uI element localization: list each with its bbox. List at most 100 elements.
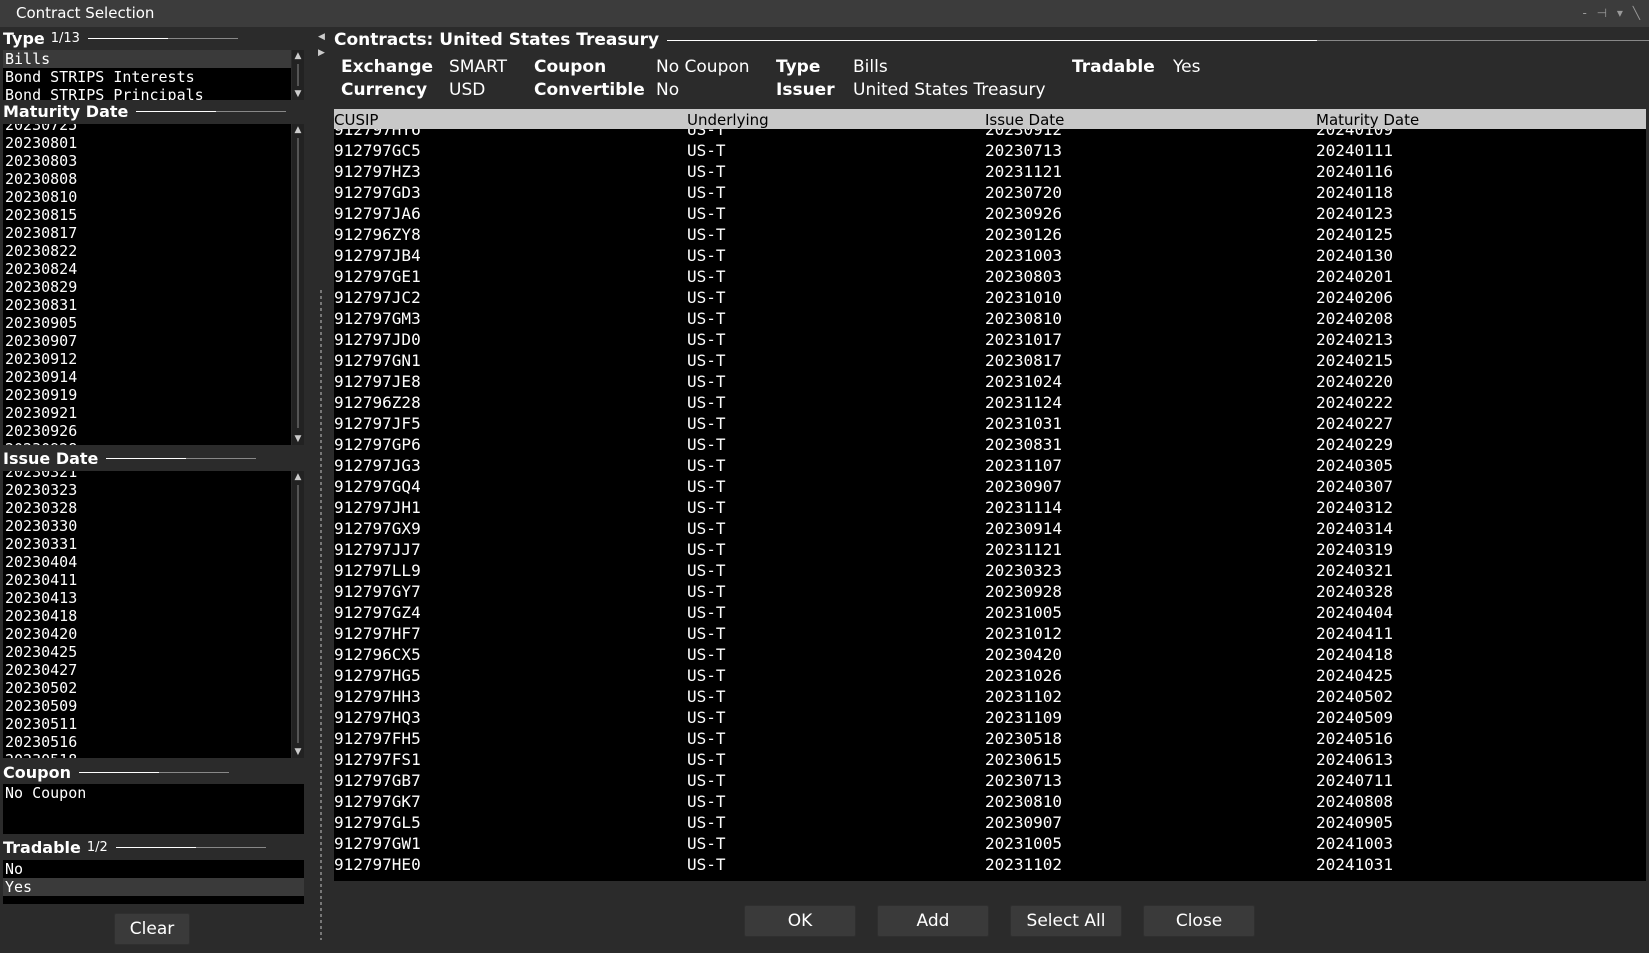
collapse-left-icon[interactable]: ◀ (318, 32, 325, 42)
column-header-underlying[interactable]: Underlying (687, 109, 769, 131)
table-row[interactable]: 912797GP6 US-T 20230831 20240229 (334, 434, 1646, 455)
scroll-down-icon[interactable]: ▼ (292, 88, 304, 100)
list-item[interactable]: 20230815 (3, 206, 291, 224)
add-button[interactable]: Add (877, 905, 989, 937)
list-item[interactable]: 20230907 (3, 332, 291, 350)
list-item[interactable]: 20230411 (3, 571, 291, 589)
list-item[interactable]: 20230829 (3, 278, 291, 296)
table-row[interactable]: 912796Z28 US-T 20231124 20240222 (334, 392, 1646, 413)
table-row[interactable]: 912797GE1 US-T 20230803 20240201 (334, 266, 1646, 287)
table-row[interactable]: 912797HF7 US-T 20231012 20240411 (334, 623, 1646, 644)
table-row[interactable]: 912797LL9 US-T 20230323 20240321 (334, 560, 1646, 581)
table-row[interactable]: 912797GX9 US-T 20230914 20240314 (334, 518, 1646, 539)
table-row[interactable]: 912797FS1 US-T 20230615 20240613 (334, 749, 1646, 770)
list-item[interactable]: 20230822 (3, 242, 291, 260)
close-button[interactable]: Close (1143, 905, 1255, 937)
list-item[interactable]: 20230511 (3, 715, 291, 733)
table-row[interactable]: 912797FH5 US-T 20230518 20240516 (334, 728, 1646, 749)
scroll-down-icon[interactable]: ▼ (292, 433, 304, 445)
table-row[interactable]: 912797HZ3 US-T 20231121 20240116 (334, 161, 1646, 182)
issue-date-list[interactable]: 20230321 20230323 20230328 20230330 20230331… (3, 471, 291, 758)
list-item[interactable]: Yes (3, 878, 304, 896)
list-item[interactable]: 20230810 (3, 188, 291, 206)
list-item[interactable]: 20230518 (3, 751, 291, 758)
window-controls[interactable]: - ⊣ ▾ ╲ (1583, 0, 1643, 27)
clear-button[interactable]: Clear (114, 913, 190, 945)
list-item[interactable]: No (3, 860, 304, 878)
list-item[interactable]: Bills (3, 50, 291, 68)
list-item[interactable]: 20230425 (3, 643, 291, 661)
table-row[interactable]: 912797JJ7 US-T 20231121 20240319 (334, 539, 1646, 560)
list-item[interactable]: 20230926 (3, 422, 291, 440)
ok-button[interactable]: OK (744, 905, 856, 937)
table-row[interactable]: 912797JF5 US-T 20231031 20240227 (334, 413, 1646, 434)
scroll-thumb[interactable] (297, 64, 299, 86)
list-item[interactable]: 20230928 (3, 440, 291, 445)
table-row[interactable]: 912797JA6 US-T 20230926 20240123 (334, 203, 1646, 224)
list-item[interactable]: 20230509 (3, 697, 291, 715)
list-item[interactable]: 20230914 (3, 368, 291, 386)
table-row[interactable]: 912797JC2 US-T 20231010 20240206 (334, 287, 1646, 308)
list-item[interactable]: 20230831 (3, 296, 291, 314)
type-scrollbar[interactable]: ▲ ▼ (292, 50, 304, 100)
list-item[interactable]: 20230905 (3, 314, 291, 332)
splitter-grip[interactable] (320, 290, 322, 940)
table-row[interactable]: 912797GW1 US-T 20231005 20241003 (334, 833, 1646, 854)
table-row[interactable]: 912797GM3 US-T 20230810 20240208 (334, 308, 1646, 329)
table-row[interactable]: 912796CX5 US-T 20230420 20240418 (334, 644, 1646, 665)
table-row[interactable]: 912797GL5 US-T 20230907 20240905 (334, 812, 1646, 833)
list-item[interactable]: 20230331 (3, 535, 291, 553)
tradable-list[interactable]: No Yes (3, 860, 304, 904)
list-item[interactable]: 20230824 (3, 260, 291, 278)
scroll-up-icon[interactable]: ▲ (292, 50, 304, 62)
list-item[interactable]: 20230413 (3, 589, 291, 607)
table-row[interactable]: 912797GC5 US-T 20230713 20240111 (334, 140, 1646, 161)
column-header-issue-date[interactable]: Issue Date (985, 109, 1064, 131)
list-item[interactable]: 20230502 (3, 679, 291, 697)
table-row[interactable]: 912797GZ4 US-T 20231005 20240404 (334, 602, 1646, 623)
list-item[interactable]: 20230328 (3, 499, 291, 517)
table-row[interactable]: 912797JG3 US-T 20231107 20240305 (334, 455, 1646, 476)
list-item[interactable]: 20230516 (3, 733, 291, 751)
list-item[interactable]: 20230912 (3, 350, 291, 368)
table-row[interactable]: 912797JE8 US-T 20231024 20240220 (334, 371, 1646, 392)
scroll-up-icon[interactable]: ▲ (292, 471, 304, 483)
table-row[interactable]: 912797JD0 US-T 20231017 20240213 (334, 329, 1646, 350)
list-item[interactable]: 20230803 (3, 152, 291, 170)
type-list[interactable]: Bills Bond STRIPS Interests Bond STRIPS Pr… (3, 50, 291, 100)
table-row[interactable]: 912796ZY8 US-T 20230126 20240125 (334, 224, 1646, 245)
scroll-thumb[interactable] (297, 138, 299, 428)
column-header-maturity-date[interactable]: Maturity Date (1316, 109, 1419, 131)
list-item[interactable]: No Coupon (3, 784, 304, 802)
table-row[interactable]: 912797GQ4 US-T 20230907 20240307 (334, 476, 1646, 497)
scroll-down-icon[interactable]: ▼ (292, 746, 304, 758)
list-item[interactable]: 20230817 (3, 224, 291, 242)
list-item[interactable]: 20230404 (3, 553, 291, 571)
column-header-cusip[interactable]: CUSIP (334, 109, 378, 131)
table-row[interactable]: 912797GD3 US-T 20230720 20240118 (334, 182, 1646, 203)
panel-splitter[interactable]: ◀ ▶ (318, 32, 325, 953)
table-row[interactable]: 912797HY6 US-T 20230912 20240109 (334, 129, 1646, 140)
list-item[interactable]: 20230427 (3, 661, 291, 679)
table-row[interactable]: 912797JH1 US-T 20231114 20240312 (334, 497, 1646, 518)
list-item[interactable]: 20230801 (3, 134, 291, 152)
list-item[interactable]: 20230921 (3, 404, 291, 422)
issue-date-scrollbar[interactable]: ▲ ▼ (292, 471, 304, 758)
table-row[interactable]: 912797GK7 US-T 20230810 20240808 (334, 791, 1646, 812)
maturity-date-list[interactable]: 20230725 20230801 20230803 20230808 20230810… (3, 124, 291, 445)
table-row[interactable]: 912797HH3 US-T 20231102 20240502 (334, 686, 1646, 707)
list-item[interactable]: 20230418 (3, 607, 291, 625)
list-item[interactable]: 20230919 (3, 386, 291, 404)
list-item[interactable]: 20230808 (3, 170, 291, 188)
table-row[interactable]: 912797HE0 US-T 20231102 20241031 (334, 854, 1646, 875)
list-item[interactable]: Bond STRIPS Principals (3, 86, 291, 100)
select-all-button[interactable]: Select All (1010, 905, 1122, 937)
list-item[interactable]: 20230420 (3, 625, 291, 643)
list-item[interactable]: 20230321 (3, 471, 291, 481)
expand-right-icon[interactable]: ▶ (318, 48, 325, 58)
table-row[interactable]: 912797GB7 US-T 20230713 20240711 (334, 770, 1646, 791)
table-row[interactable]: 912797GY7 US-T 20230928 20240328 (334, 581, 1646, 602)
scroll-up-icon[interactable]: ▲ (292, 124, 304, 136)
list-item[interactable]: Bond STRIPS Interests (3, 68, 291, 86)
maturity-date-scrollbar[interactable]: ▲ ▼ (292, 124, 304, 445)
